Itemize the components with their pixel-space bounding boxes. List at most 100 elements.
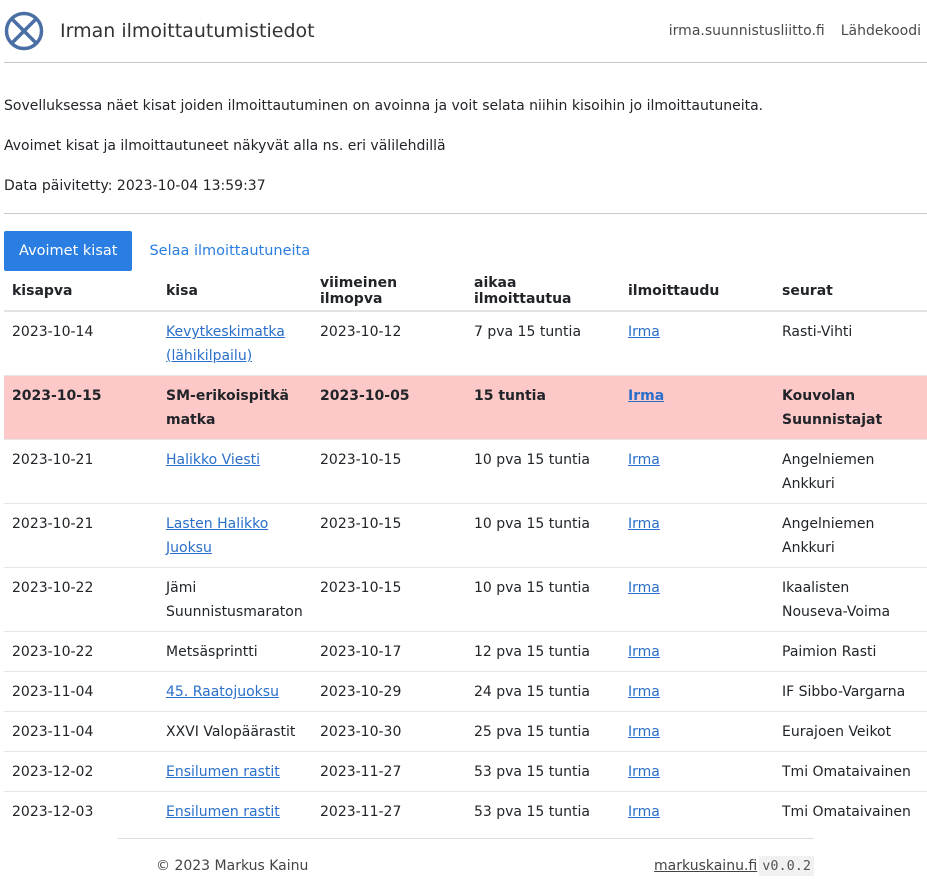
cell-clubs: Paimion Rasti	[774, 631, 927, 672]
table-row: 2023-12-03 Ensilumen rastit 2023-11-27 5…	[4, 792, 927, 832]
cell-competition: Lasten Halikko Juoksu	[158, 503, 312, 568]
cell-time-left: 24 pva 15 tuntia	[466, 671, 620, 712]
cell-time-left: 53 pva 15 tuntia	[466, 751, 620, 792]
cell-clubs: Ikaalisten Nouseva-Voima	[774, 567, 927, 632]
cell-date: 2023-10-21	[4, 503, 158, 568]
cell-signup: Irma	[620, 631, 774, 672]
competition-link[interactable]: Ensilumen rastit	[166, 764, 280, 780]
irma-signup-link[interactable]: Irma	[628, 324, 660, 340]
source-code-link[interactable]: Lähdekoodi	[841, 23, 921, 39]
cell-clubs: Kouvolan Suunnistajat	[774, 375, 927, 440]
header-ilmoittaudu[interactable]: ilmoittaudu	[620, 271, 774, 312]
cell-deadline: 2023-11-27	[312, 751, 466, 792]
table-row: 2023-11-04 XXVI Valopäärastit 2023-10-30…	[4, 711, 927, 752]
irma-signup-link[interactable]: Irma	[628, 724, 660, 740]
orienteering-logo-icon	[4, 11, 44, 51]
competition-link[interactable]: Lasten Halikko Juoksu	[166, 516, 268, 556]
cell-time-left: 10 pva 15 tuntia	[466, 567, 620, 632]
cell-competition: 45. Raatojuoksu	[158, 671, 312, 712]
cell-clubs: Tmi Omataivainen	[782, 804, 911, 820]
cell-date: 2023-10-22	[4, 567, 158, 632]
cell-date: 2023-11-04	[4, 711, 158, 752]
version-badge: v0.0.2	[759, 856, 814, 876]
cell-deadline: 2023-10-17	[312, 631, 466, 672]
competition-link[interactable]: 45. Raatojuoksu	[166, 684, 279, 700]
cell-signup: Irma	[620, 311, 774, 376]
table-row: 2023-10-14 Kevytkeskimatka (lähikilpailu…	[4, 311, 927, 376]
cell-time-left: 25 pva 15 tuntia	[466, 711, 620, 752]
cell-clubs: Tmi Omataivainen	[774, 751, 927, 792]
header: Irman ilmoittautumistiedot irma.suunnist…	[4, 0, 927, 63]
cell-competition: Kevytkeskimatka (lähikilpailu)	[158, 311, 312, 376]
competition-link[interactable]: Kevytkeskimatka (lähikilpailu)	[166, 324, 285, 364]
cell-time-left: 12 pva 15 tuntia	[466, 631, 620, 672]
tabs: Avoimet kisat Selaa ilmoittautuneita	[4, 231, 927, 271]
table-row: 2023-10-22 Jämi Suunnistusmaraton 2023-1…	[4, 567, 927, 632]
cell-date: 2023-12-03	[12, 804, 94, 820]
cell-clubs: Angelniemen Ankkuri	[774, 503, 927, 568]
cell-signup: Irma	[620, 503, 774, 568]
cell-signup: Irma	[620, 711, 774, 752]
cell-deadline: 2023-11-27	[320, 804, 402, 820]
cell-competition: Jämi Suunnistusmaraton	[158, 567, 312, 632]
table-row: 2023-11-04 45. Raatojuoksu 2023-10-29 24…	[4, 671, 927, 712]
intro-tabs-text: Avoimet kisat ja ilmoittautuneet näkyvät…	[4, 138, 446, 154]
intro-text: Sovelluksessa näet kisat joiden ilmoitta…	[4, 98, 764, 114]
cell-deadline: 2023-10-15	[312, 439, 466, 504]
tab-browse-registered[interactable]: Selaa ilmoittautuneita	[149, 243, 310, 259]
irma-signup-link[interactable]: Irma	[628, 516, 660, 532]
data-updated-text: Data päivitetty: 2023-10-04 13:59:37	[4, 178, 266, 194]
header-kisapva[interactable]: kisapva	[4, 271, 158, 312]
competition-link[interactable]: Halikko Viesti	[166, 452, 260, 468]
cell-competition: Halikko Viesti	[158, 439, 312, 504]
header-kisa[interactable]: kisa	[158, 271, 312, 312]
irma-link[interactable]: irma.suunnistusliitto.fi	[669, 23, 825, 39]
cell-date: 2023-10-22	[4, 631, 158, 672]
cell-deadline: 2023-10-05	[312, 375, 466, 440]
cell-deadline: 2023-10-15	[312, 503, 466, 568]
irma-signup-link[interactable]: Irma	[628, 804, 660, 820]
cell-signup: Irma	[620, 375, 774, 440]
cell-clubs: Eurajoen Veikot	[774, 711, 927, 752]
table-header-row: kisapva kisa viimeinen ilmopva aikaa ilm…	[4, 271, 927, 312]
cell-signup: Irma	[620, 439, 774, 504]
irma-signup-link[interactable]: Irma	[628, 580, 660, 596]
irma-signup-link[interactable]: Irma	[628, 644, 660, 660]
competition-link[interactable]: Ensilumen rastit	[166, 804, 280, 820]
header-seurat[interactable]: seurat	[774, 271, 927, 312]
tab-open-competitions[interactable]: Avoimet kisat	[4, 231, 133, 271]
table-row: 2023-10-22 Metsäsprintti 2023-10-17 12 p…	[4, 631, 927, 672]
cell-time-left: 10 pva 15 tuntia	[466, 439, 620, 504]
irma-signup-link[interactable]: Irma	[628, 388, 664, 404]
cell-date: 2023-10-21	[4, 439, 158, 504]
table-row: 2023-12-02 Ensilumen rastit 2023-11-27 5…	[4, 751, 927, 792]
footer: © 2023 Markus Kainu markuskainu.fi v0.0.…	[118, 838, 814, 893]
header-aikaa-ilmoittautua[interactable]: aikaa ilmoittautua	[466, 271, 620, 312]
cell-competition: Ensilumen rastit	[158, 751, 312, 792]
cell-deadline: 2023-10-12	[312, 311, 466, 376]
competitions-table: kisapva kisa viimeinen ilmopva aikaa ilm…	[4, 271, 927, 831]
irma-signup-link[interactable]: Irma	[628, 452, 660, 468]
cell-competition: SM-erikoispitkä matka	[158, 375, 312, 440]
cell-competition: Ensilumen rastit	[158, 792, 312, 832]
header-viimeinen-ilmopva[interactable]: viimeinen ilmopva	[312, 271, 466, 312]
table-row-highlighted: 2023-10-15 SM-erikoispitkä matka 2023-10…	[4, 375, 927, 440]
cell-signup: Irma	[620, 567, 774, 632]
cell-date: 2023-11-04	[4, 671, 158, 712]
app-title: Irman ilmoittautumistiedot	[60, 20, 315, 42]
cell-signup: Irma	[620, 792, 774, 832]
irma-signup-link[interactable]: Irma	[628, 764, 660, 780]
cell-signup: Irma	[620, 751, 774, 792]
table-row: 2023-10-21 Halikko Viesti 2023-10-15 10 …	[4, 439, 927, 504]
cell-time-left: 10 pva 15 tuntia	[466, 503, 620, 568]
cell-time-left: 15 tuntia	[466, 375, 620, 440]
cell-signup: Irma	[620, 671, 774, 712]
irma-signup-link[interactable]: Irma	[628, 684, 660, 700]
table-row: 2023-10-21 Lasten Halikko Juoksu 2023-10…	[4, 503, 927, 568]
cell-time-left: 53 pva 15 tuntia	[474, 804, 590, 820]
cell-date: 2023-12-02	[4, 751, 158, 792]
cell-clubs: Angelniemen Ankkuri	[774, 439, 927, 504]
cell-date: 2023-10-14	[4, 311, 158, 376]
author-site-link[interactable]: markuskainu.fi	[654, 858, 757, 874]
cell-clubs: IF Sibbo-Vargarna	[774, 671, 927, 712]
